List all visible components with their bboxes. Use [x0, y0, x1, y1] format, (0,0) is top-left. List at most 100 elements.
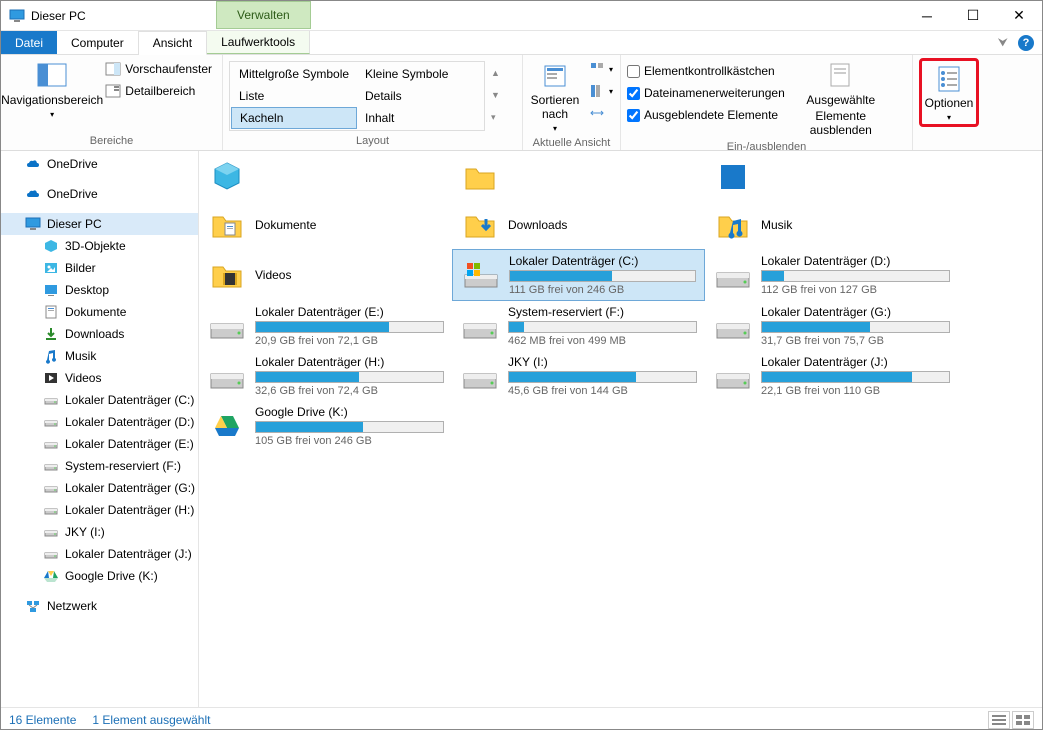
- sidebar-item-label: Bilder: [65, 261, 96, 275]
- network-icon: [25, 598, 41, 614]
- content-pane[interactable]: DokumenteDownloadsMusik VideosLokaler Da…: [199, 151, 1042, 707]
- drive-tile[interactable]: JKY (I:)45,6 GB frei von 144 GB: [452, 351, 705, 401]
- folder-tile[interactable]: Musik: [705, 201, 958, 249]
- folder-tile[interactable]: [705, 153, 958, 201]
- navigation-pane-button[interactable]: Navigationsbereich ▾: [7, 58, 97, 121]
- folder-label: Downloads: [508, 218, 567, 232]
- sidebar-item[interactable]: Lokaler Datenträger (J:): [1, 543, 198, 565]
- maximize-button[interactable]: ☐: [950, 1, 996, 31]
- sidebar-item[interactable]: Bilder: [1, 257, 198, 279]
- size-columns-button[interactable]: [585, 102, 617, 124]
- drive-capacity-bar: [761, 270, 950, 282]
- sidebar-network[interactable]: Netzwerk: [1, 595, 198, 617]
- help-icon[interactable]: ?: [1018, 35, 1034, 51]
- drive-capacity-bar: [255, 371, 444, 383]
- sidebar-item-label: Musik: [65, 349, 96, 363]
- drive-capacity-bar: [761, 321, 950, 333]
- folder-tile[interactable]: Dokumente: [199, 201, 452, 249]
- layout-content[interactable]: Inhalt: [357, 107, 483, 129]
- preview-pane-button[interactable]: Vorschaufenster: [101, 58, 216, 80]
- sidebar-item[interactable]: Lokaler Datenträger (D:): [1, 411, 198, 433]
- detail-pane-button[interactable]: Detailbereich: [101, 80, 216, 102]
- sidebar-item[interactable]: Lokaler Datenträger (H:): [1, 499, 198, 521]
- options-label: Optionen: [925, 97, 974, 111]
- drive-tile[interactable]: Lokaler Datenträger (E:)20,9 GB frei von…: [199, 301, 452, 351]
- group-by-button[interactable]: ▾: [585, 58, 617, 80]
- cube-icon: [209, 159, 245, 195]
- folder-icon: [209, 257, 245, 293]
- nav-pane-label: Navigationsbereich: [1, 94, 103, 108]
- folder-tile[interactable]: Videos: [199, 249, 452, 301]
- drive-tile[interactable]: Lokaler Datenträger (D:)112 GB frei von …: [705, 249, 958, 301]
- hide-icon: [825, 60, 857, 92]
- sidebar-item-label: Downloads: [65, 327, 124, 341]
- sidebar-item[interactable]: Musik: [1, 345, 198, 367]
- hidden-items-toggle[interactable]: Ausgeblendete Elemente: [627, 104, 785, 126]
- drive-tile[interactable]: Lokaler Datenträger (G:)31,7 GB frei von…: [705, 301, 958, 351]
- tab-ansicht[interactable]: Ansicht: [139, 31, 207, 55]
- sidebar-onedrive-1[interactable]: OneDrive: [1, 153, 198, 175]
- drive-free-text: 22,1 GB frei von 110 GB: [761, 385, 950, 397]
- layout-scroll-up[interactable]: ▲: [491, 68, 500, 78]
- sidebar-item[interactable]: Desktop: [1, 279, 198, 301]
- drive-tile[interactable]: Lokaler Datenträger (J:)22,1 GB frei von…: [705, 351, 958, 401]
- close-button[interactable]: ✕: [996, 1, 1042, 31]
- status-item-count: 16 Elemente: [9, 713, 76, 727]
- sidebar-item[interactable]: Downloads: [1, 323, 198, 345]
- sort-by-button[interactable]: Sortieren nach ▾: [529, 58, 581, 135]
- main-area: OneDrive OneDrive Dieser PC 3D-Objekte Bi…: [1, 151, 1042, 707]
- folder-tile[interactable]: [452, 153, 705, 201]
- sort-label: Sortieren nach: [531, 94, 580, 122]
- layout-small-icons[interactable]: Kleine Symbole: [357, 63, 483, 85]
- sidebar-this-pc[interactable]: Dieser PC: [1, 213, 198, 235]
- sidebar-item[interactable]: Videos: [1, 367, 198, 389]
- drive-tile[interactable]: System-reserviert (F:)462 MB frei von 49…: [452, 301, 705, 351]
- sidebar-item-label: Lokaler Datenträger (J:): [65, 547, 192, 561]
- layout-list[interactable]: Liste: [231, 85, 357, 107]
- minimize-button[interactable]: ─: [904, 1, 950, 31]
- layout-scroll-down[interactable]: ▼: [491, 90, 500, 100]
- drive-tile[interactable]: Lokaler Datenträger (C:)111 GB frei von …: [452, 249, 705, 301]
- file-extensions-toggle[interactable]: Dateinamenerweiterungen: [627, 82, 785, 104]
- options-button[interactable]: Optionen ▾: [919, 58, 979, 127]
- sidebar-item[interactable]: Lokaler Datenträger (E:): [1, 433, 198, 455]
- tab-computer[interactable]: Computer: [57, 31, 139, 54]
- layout-details[interactable]: Details: [357, 85, 483, 107]
- sidebar-item[interactable]: Lokaler Datenträger (G:): [1, 477, 198, 499]
- sidebar-item[interactable]: JKY (I:): [1, 521, 198, 543]
- layout-expand[interactable]: ▾: [491, 112, 500, 123]
- navigation-pane[interactable]: OneDrive OneDrive Dieser PC 3D-Objekte Bi…: [1, 151, 199, 707]
- item-checkboxes-toggle[interactable]: Elementkontrollkästchen: [627, 60, 785, 82]
- sidebar-item[interactable]: Google Drive (K:): [1, 565, 198, 587]
- drive-free-text: 45,6 GB frei von 144 GB: [508, 385, 697, 397]
- ribbon-group-options: Optionen ▾: [913, 55, 985, 150]
- sidebar-onedrive-2[interactable]: OneDrive: [1, 183, 198, 205]
- drive-tile[interactable]: Google Drive (K:)105 GB frei von 246 GB: [199, 401, 452, 451]
- tab-laufwerktools[interactable]: Laufwerktools: [207, 31, 310, 54]
- sidebar-item[interactable]: 3D-Objekte: [1, 235, 198, 257]
- ribbon-minimize-icon[interactable]: ⮟: [998, 35, 1008, 50]
- drive-free-text: 32,6 GB frei von 72,4 GB: [255, 385, 444, 397]
- drive-tile[interactable]: Lokaler Datenträger (H:)32,6 GB frei von…: [199, 351, 452, 401]
- sidebar-item[interactable]: System-reserviert (F:): [1, 455, 198, 477]
- view-tiles-button[interactable]: [1012, 711, 1034, 729]
- drive-icon: [463, 261, 499, 289]
- window-title: Dieser PC: [31, 9, 86, 23]
- view-details-button[interactable]: [988, 711, 1010, 729]
- folder-icon: [209, 207, 245, 243]
- detail-pane-icon: [105, 83, 121, 99]
- tab-datei[interactable]: Datei: [1, 31, 57, 54]
- add-columns-button[interactable]: ▾: [585, 80, 617, 102]
- hide-selected-button[interactable]: Ausgewählte Elemente ausblenden: [789, 58, 893, 139]
- drive-name: System-reserviert (F:): [508, 305, 697, 319]
- sidebar-item[interactable]: Lokaler Datenträger (C:): [1, 389, 198, 411]
- titlebar: Dieser PC Verwalten ─ ☐ ✕: [1, 1, 1042, 31]
- layout-tiles[interactable]: Kacheln: [231, 107, 357, 129]
- folder-tile[interactable]: [199, 153, 452, 201]
- group-label-currentview: Aktuelle Ansicht: [529, 135, 614, 152]
- layout-medium-icons[interactable]: Mittelgroße Symbole: [231, 63, 357, 85]
- sidebar-item[interactable]: Dokumente: [1, 301, 198, 323]
- manage-context-tab[interactable]: Verwalten: [216, 1, 311, 29]
- drive-icon: [462, 312, 498, 340]
- folder-tile[interactable]: Downloads: [452, 201, 705, 249]
